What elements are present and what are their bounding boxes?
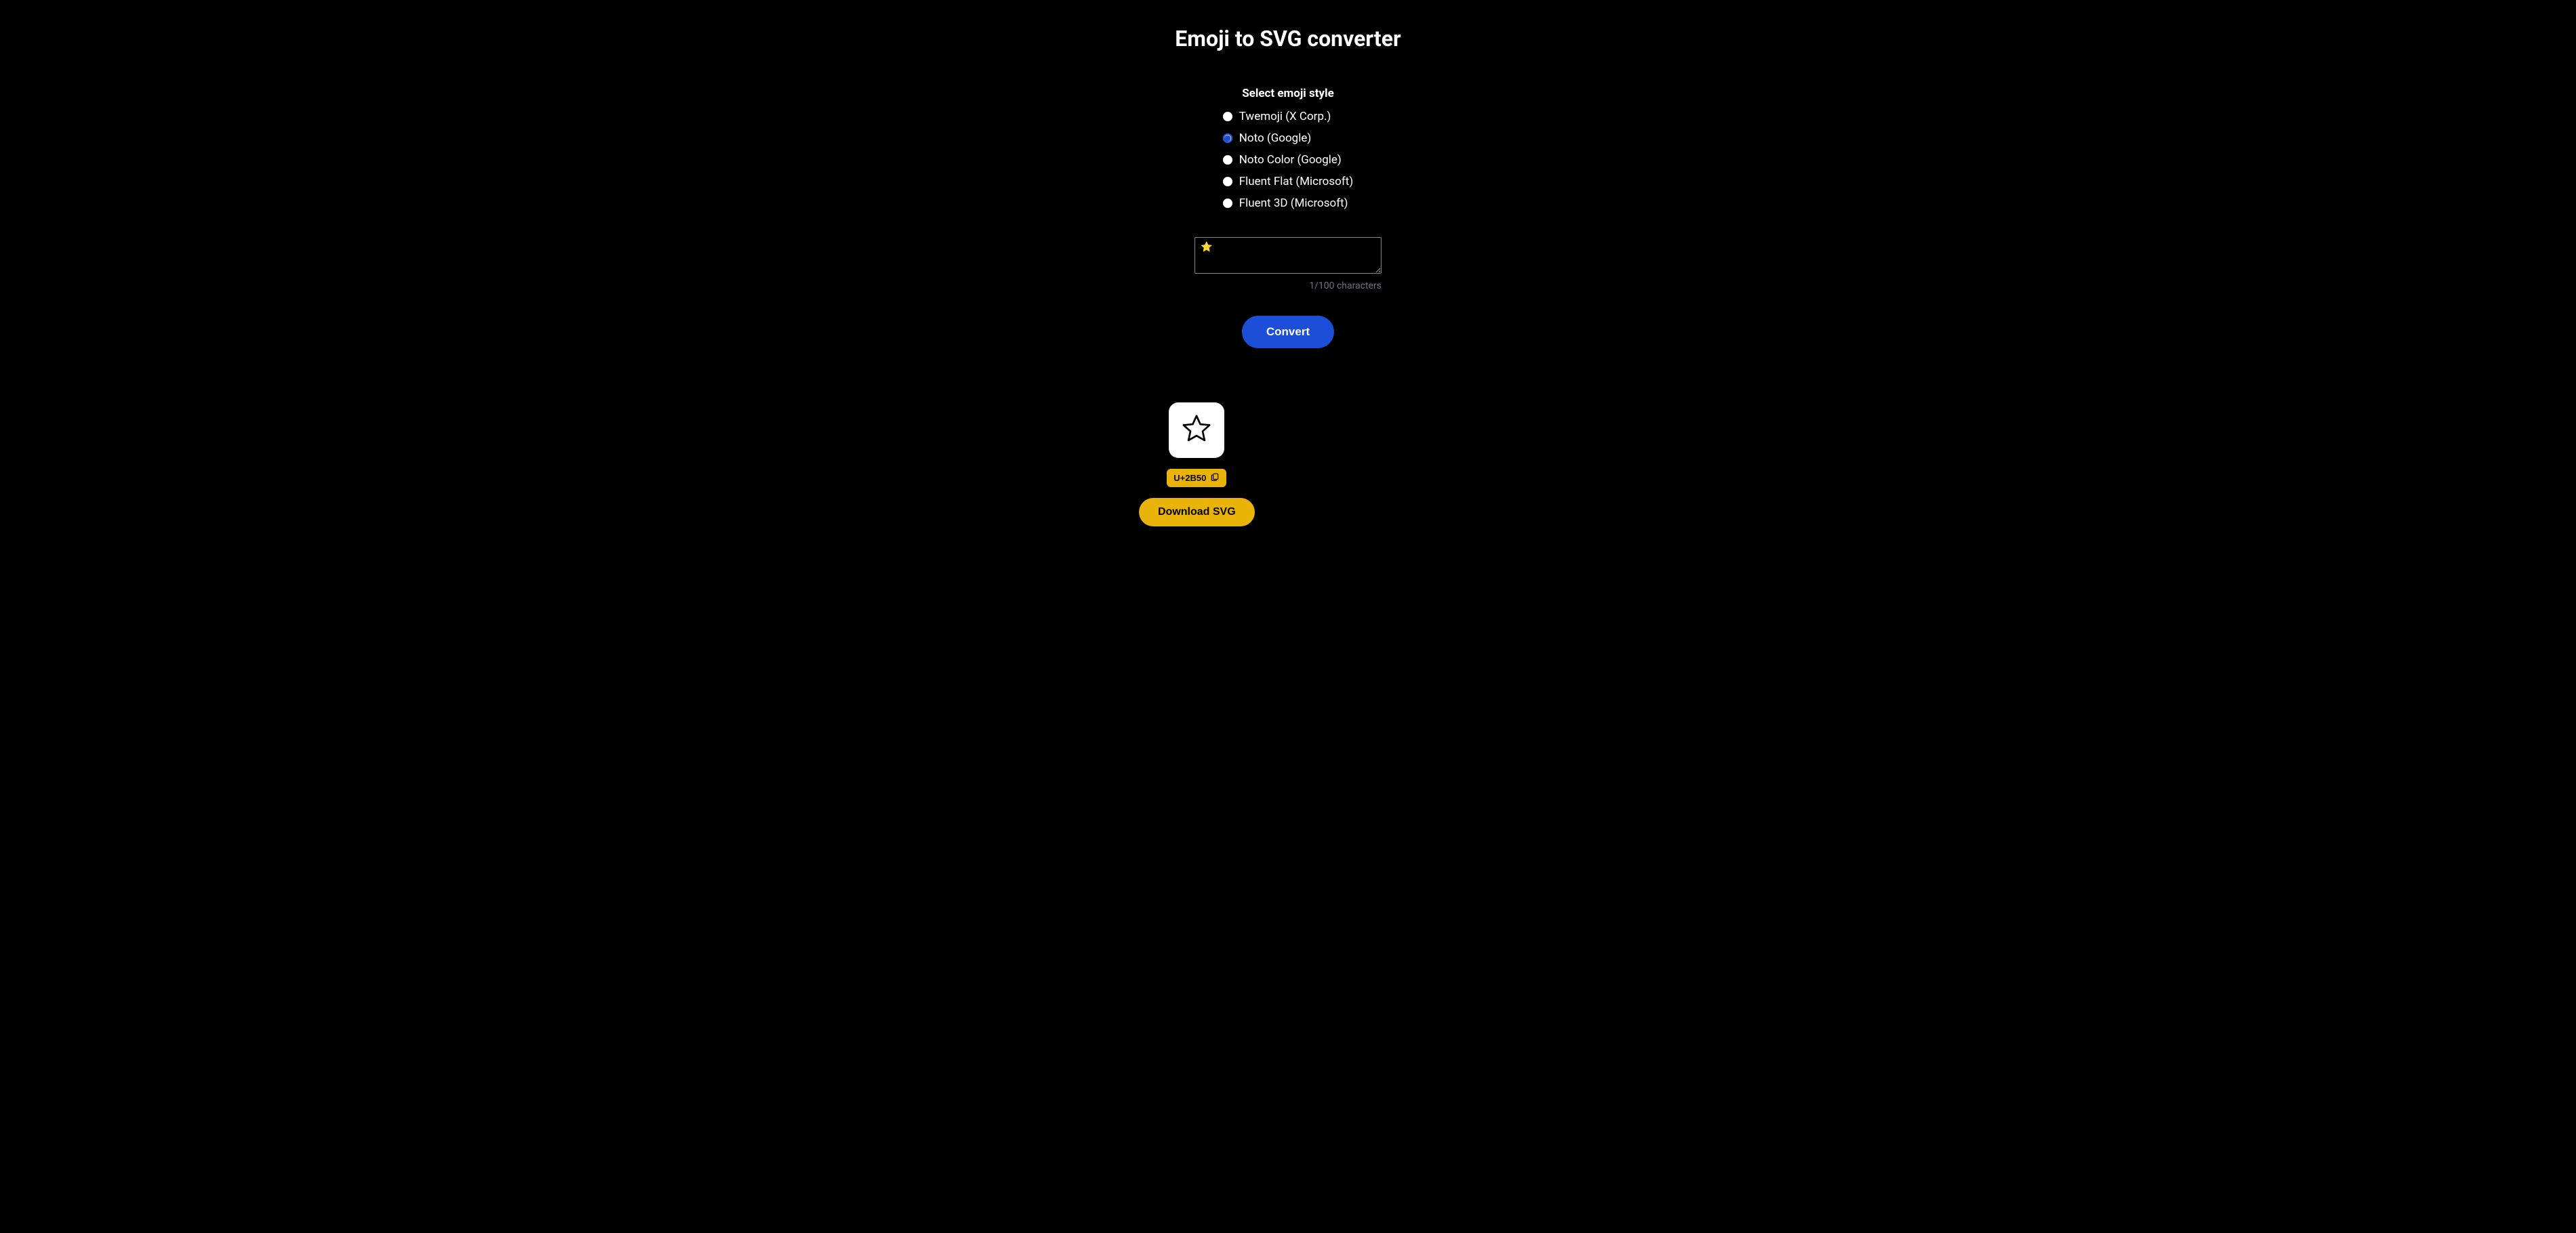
radio-label: Noto (Google): [1239, 131, 1312, 145]
codepoint-label: U+2B50: [1173, 473, 1206, 483]
radio-label: Twemoji (X Corp.): [1239, 110, 1331, 123]
result-card: U+2B50 Download SVG: [1139, 402, 1255, 526]
radio-input-fluent-flat[interactable]: [1223, 177, 1232, 186]
clipboard-icon: [1210, 472, 1220, 484]
radio-input-noto[interactable]: [1223, 133, 1232, 143]
radio-label: Fluent Flat (Microsoft): [1239, 175, 1353, 188]
radio-option-noto[interactable]: Noto (Google): [1223, 131, 1353, 145]
radio-input-noto-color[interactable]: [1223, 155, 1232, 165]
radio-option-noto-color[interactable]: Noto Color (Google): [1223, 153, 1353, 167]
radio-input-twemoji[interactable]: [1223, 112, 1232, 121]
radio-list: Twemoji (X Corp.) Noto (Google) Noto Col…: [1223, 110, 1353, 210]
style-section: Select emoji style Twemoji (X Corp.) Not…: [1223, 87, 1353, 210]
convert-button[interactable]: Convert: [1242, 316, 1334, 348]
page-title: Emoji to SVG converter: [1175, 26, 1400, 51]
radio-input-fluent-3d[interactable]: [1223, 198, 1232, 208]
download-svg-button[interactable]: Download SVG: [1139, 498, 1255, 526]
codepoint-copy-button[interactable]: U+2B50: [1167, 469, 1226, 487]
results-area: U+2B50 Download SVG: [881, 402, 1695, 526]
radio-option-fluent-3d[interactable]: Fluent 3D (Microsoft): [1223, 196, 1353, 210]
star-icon: [1180, 412, 1213, 448]
input-block: 1/100 characters: [1194, 237, 1382, 291]
char-counter: 1/100 characters: [1194, 280, 1382, 291]
emoji-input[interactable]: [1194, 237, 1382, 274]
radio-option-fluent-flat[interactable]: Fluent Flat (Microsoft): [1223, 175, 1353, 188]
svg-preview: [1169, 402, 1224, 458]
radio-label: Fluent 3D (Microsoft): [1239, 196, 1348, 210]
radio-label: Noto Color (Google): [1239, 153, 1342, 167]
radio-option-twemoji[interactable]: Twemoji (X Corp.): [1223, 110, 1353, 123]
style-heading: Select emoji style: [1223, 87, 1353, 100]
